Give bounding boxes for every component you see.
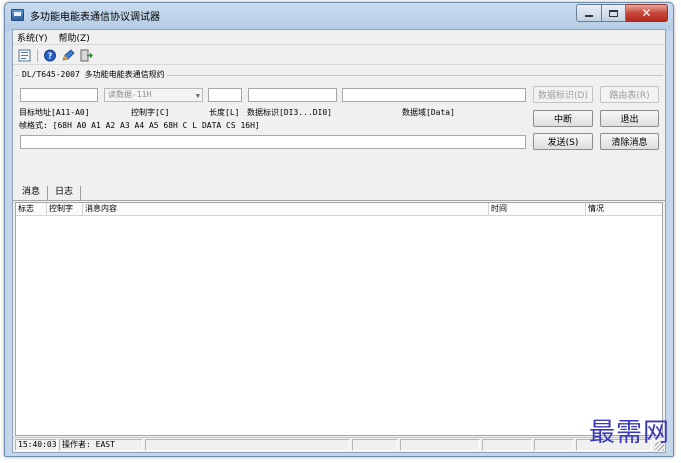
control-code-label: 控制字[C] [131, 108, 170, 117]
main-window: 多功能电能表通信协议调试器 ✕ 系统(Y) 帮助(Z) ? DL/T645-20… [4, 2, 674, 457]
target-address-label: 目标地址[A11-A0] [19, 108, 90, 117]
interrupt-button[interactable]: 中断 [533, 110, 593, 127]
command-select[interactable]: 读数据-11H ▼ [104, 88, 203, 102]
toolbar-separator [37, 48, 38, 62]
exit-button[interactable]: 退出 [600, 110, 659, 127]
clear-messages-button[interactable]: 清除消息 [600, 133, 659, 150]
toolbar: ? [13, 46, 665, 65]
message-grid[interactable]: 标志 控制字 消息内容 时间 情况 [15, 202, 663, 436]
protocol-group-title: DL/T645-2007 多功能电能表通信规约 [20, 69, 167, 80]
column-flag[interactable]: 标志 [16, 203, 47, 216]
maximize-button[interactable] [602, 4, 626, 22]
close-icon: ✕ [641, 6, 652, 20]
length-label: 长度[L] [209, 108, 240, 117]
data-field-label: 数据域[Data] [402, 108, 455, 117]
window-controls: ✕ [576, 4, 668, 22]
menu-system[interactable]: 系统(Y) [17, 31, 48, 44]
minimize-icon [585, 15, 593, 17]
data-field-input[interactable] [342, 88, 526, 102]
status-panel [482, 439, 532, 451]
column-message-content[interactable]: 消息内容 [83, 203, 489, 216]
column-status[interactable]: 情况 [586, 203, 664, 216]
exit-door-icon[interactable] [79, 49, 93, 62]
grid-header: 标志 控制字 消息内容 时间 情况 [16, 203, 662, 216]
watermark-text: 最需网 [588, 418, 670, 448]
status-panel [534, 439, 574, 451]
route-table-button[interactable]: 路由表(R) [600, 86, 659, 103]
command-select-value: 读数据-11H [108, 90, 152, 99]
open-file-icon[interactable] [18, 49, 32, 62]
app-icon [11, 9, 24, 21]
data-id-input[interactable] [248, 88, 337, 102]
menu-help[interactable]: 帮助(Z) [59, 31, 90, 44]
status-panel [352, 439, 398, 451]
data-id-label: 数据标识[DI3...DI0] [247, 108, 332, 117]
tab-strip: 消息 日志 [15, 186, 82, 200]
menu-bar: 系统(Y) 帮助(Z) [13, 30, 665, 45]
chevron-down-icon: ▼ [195, 92, 200, 100]
title-bar[interactable]: 多功能电能表通信协议调试器 ✕ [5, 3, 673, 27]
window-title: 多功能电能表通信协议调试器 [30, 12, 160, 23]
protocol-group: DL/T645-2007 多功能电能表通信规约 读数据-11H ▼ 目标地址[A… [15, 69, 663, 182]
message-input[interactable] [20, 135, 526, 149]
minimize-button[interactable] [576, 4, 602, 22]
client-area: 系统(Y) 帮助(Z) ? DL/T645-2007 多功能电能表通信规约 读数… [12, 29, 666, 453]
status-bar: 15:40:03 操作者: EAST [13, 437, 665, 452]
help-icon[interactable]: ? [43, 49, 57, 62]
edit-icon[interactable] [61, 48, 75, 62]
tab-log[interactable]: 日志 [48, 186, 82, 200]
column-control-code[interactable]: 控制字 [47, 203, 83, 216]
maximize-icon [609, 9, 618, 17]
close-button[interactable]: ✕ [626, 4, 668, 22]
tab-messages[interactable]: 消息 [15, 186, 49, 200]
target-address-input[interactable] [20, 88, 98, 102]
status-panel [400, 439, 480, 451]
send-button[interactable]: 发送(S) [533, 133, 593, 150]
frame-format-label: 帧格式: [68H A0 A1 A2 A3 A4 A5 68H C L DATA… [19, 121, 260, 130]
length-input[interactable] [208, 88, 242, 102]
column-time[interactable]: 时间 [489, 203, 586, 216]
status-time: 15:40:03 [15, 439, 57, 451]
data-id-button[interactable]: 数据标识(D) [533, 86, 593, 103]
tab-divider [13, 200, 665, 201]
status-operator: 操作者: EAST [59, 439, 143, 451]
svg-text:?: ? [48, 51, 53, 60]
status-panel [145, 439, 350, 451]
